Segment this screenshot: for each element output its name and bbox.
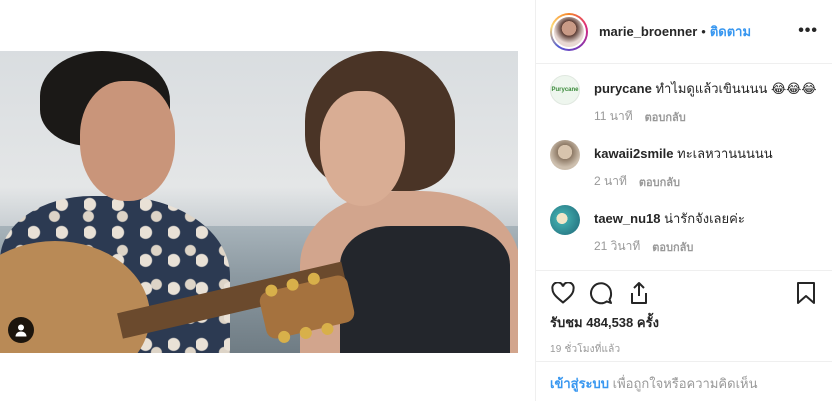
commenter-avatar[interactable] [550,140,580,170]
views-unit: ครั้ง [636,315,659,330]
comment-username[interactable]: kawaii2smile [594,146,674,161]
views-number: 484,538 [586,315,634,330]
heart-icon[interactable] [550,280,576,306]
post-sidebar: marie_broenner • ติดตาม ••• Purycane pur… [535,0,832,401]
commenter-avatar[interactable]: Purycane [550,75,580,105]
comment-time[interactable]: 11 นาที [594,107,633,126]
views-count[interactable]: รับชม 484,538 ครั้ง [550,312,819,333]
login-link[interactable]: เข้าสู่ระบบ [550,376,609,391]
commenter-avatar[interactable] [550,205,580,235]
separator-dot: • [701,24,706,39]
comment-text: kawaii2smile ทะเลหวานนนนน [594,145,773,163]
comment-username[interactable]: taew_nu18 [594,211,660,226]
video-person-woman-dress [340,226,510,353]
comment-item: taew_nu18 น่ารักจังเลยค่ะ 21 วินาที ตอบก… [550,203,818,256]
comment-time[interactable]: 21 วินาที [594,237,640,256]
comments-list: Purycane purycane ทำไมดูแล้วเขินนนน 😂😂😂 … [536,64,832,269]
comment-username[interactable]: purycane [594,81,652,96]
comment-item: Purycane purycane ทำไมดูแล้วเขินนนน 😂😂😂 … [550,73,818,126]
user-tag-icon[interactable] [8,317,34,343]
comment-body: ทำไมดูแล้วเขินนนน 😂😂😂 [655,81,817,96]
owner-username[interactable]: marie_broenner [599,24,697,39]
post-actions: รับชม 484,538 ครั้ง 19 ชั่วโมงที่แล้ว [536,270,832,357]
comment-body: ทะเลหวานนนนน [677,146,773,161]
video-person-woman-face [320,91,405,206]
more-options-icon[interactable]: ••• [798,22,818,40]
share-icon[interactable] [626,280,652,306]
comment-text: purycane ทำไมดูแล้วเขินนนน 😂😂😂 [594,80,817,98]
comment-icon[interactable] [588,280,614,306]
comment-text: taew_nu18 น่ารักจังเลยค่ะ [594,210,745,228]
owner-info: marie_broenner • ติดตาม [599,21,751,42]
login-prompt: เข้าสู่ระบบ เพื่อถูกใจหรือความคิดเห็น [536,361,832,401]
video-person-man-face [80,81,175,201]
reply-button[interactable]: ตอบกลับ [652,238,693,256]
comment-item: kawaii2smile ทะเลหวานนนนน 2 นาที ตอบกลับ [550,138,818,191]
media-area [0,0,535,401]
post-video[interactable] [0,51,518,353]
follow-button[interactable]: ติดตาม [710,21,751,42]
comment-body: น่ารักจังเลยค่ะ [664,211,745,226]
post-header: marie_broenner • ติดตาม ••• [536,0,832,64]
bookmark-icon[interactable] [793,280,819,306]
post-timestamp[interactable]: 19 ชั่วโมงที่แล้ว [550,342,819,357]
comment-time[interactable]: 2 นาที [594,172,627,191]
views-label: รับชม [550,315,583,330]
reply-button[interactable]: ตอบกลับ [639,173,680,191]
reply-button[interactable]: ตอบกลับ [645,108,686,126]
login-prompt-text: เพื่อถูกใจหรือความคิดเห็น [612,376,758,391]
owner-avatar[interactable] [550,12,588,51]
commenter-avatar-logo-text: Purycane [551,87,579,93]
